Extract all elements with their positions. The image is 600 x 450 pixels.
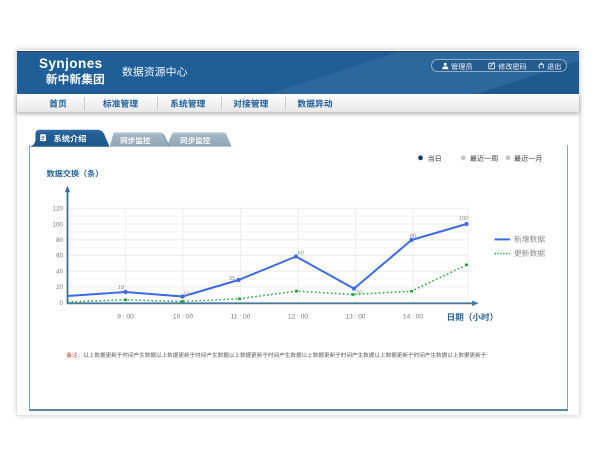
svg-text:20: 20 [56, 284, 63, 291]
svg-text:13 : 00: 13 : 00 [345, 313, 365, 320]
svg-text:18: 18 [118, 285, 124, 291]
svg-text:0: 0 [60, 300, 64, 307]
svg-text:60: 60 [297, 251, 303, 257]
svg-text:10 : 00: 10 : 00 [173, 313, 193, 320]
svg-text:80: 80 [56, 237, 63, 244]
svg-text:60: 60 [56, 253, 63, 260]
svg-text:120: 120 [53, 206, 64, 213]
svg-text:12 : 00: 12 : 00 [288, 313, 308, 320]
svg-text:80: 80 [410, 234, 416, 240]
svg-text:14 : 00: 14 : 00 [403, 313, 423, 320]
svg-text:10: 10 [356, 290, 362, 296]
svg-text:9 : 00: 9 : 00 [117, 313, 134, 320]
svg-text:40: 40 [56, 269, 63, 276]
svg-text:10: 10 [183, 292, 189, 298]
svg-text:11 : 00: 11 : 00 [231, 313, 251, 320]
svg-text:100: 100 [53, 221, 64, 228]
svg-text:35: 35 [229, 276, 235, 282]
svg-text:100: 100 [459, 216, 469, 222]
